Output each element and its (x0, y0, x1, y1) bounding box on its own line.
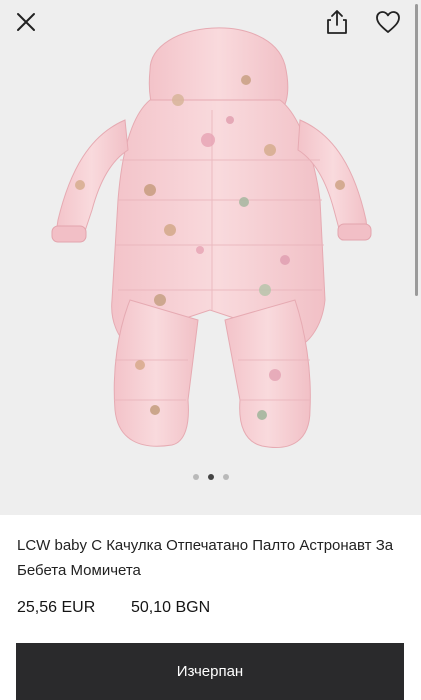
pagination-dot[interactable] (222, 474, 229, 480)
product-gallery[interactable] (0, 0, 421, 515)
sold-out-button[interactable]: Изчерпан (16, 643, 404, 700)
pagination-dot-active[interactable] (207, 474, 214, 480)
price-bgn: 50,10 BGN (131, 599, 211, 616)
share-button[interactable] (319, 4, 355, 40)
gallery-pagination (0, 472, 421, 482)
heart-icon (376, 11, 400, 33)
price-eur: 25,56 EUR (17, 599, 96, 616)
product-title: LCW baby С Качулка Отпечатано Палто Астр… (17, 537, 394, 579)
favorite-button[interactable] (370, 4, 406, 40)
close-button[interactable] (8, 4, 44, 40)
share-icon (327, 10, 347, 34)
scrollbar[interactable] (415, 4, 418, 296)
close-icon (17, 13, 35, 31)
pagination-dot[interactable] (192, 474, 199, 480)
product-image[interactable] (0, 0, 421, 515)
